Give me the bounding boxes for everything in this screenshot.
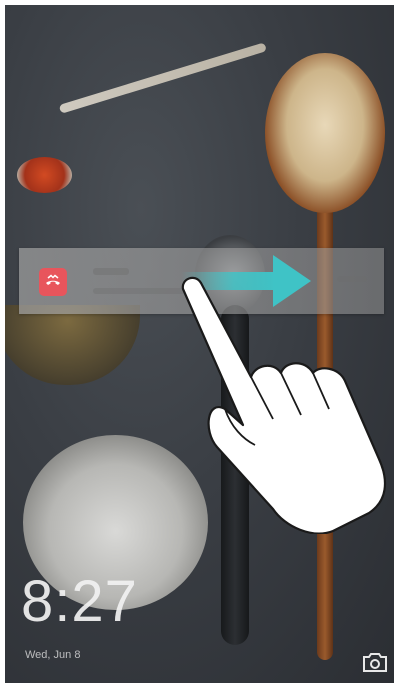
metal-spoon-handle [58, 42, 267, 114]
lock-screen: 8:27 Wed, Jun 8 [5, 5, 394, 683]
lock-date: Wed, Jun 8 [25, 649, 81, 661]
metal-spoon-bowl [17, 157, 72, 193]
wooden-spoon-bowl [265, 53, 385, 213]
camera-icon[interactable] [362, 651, 388, 673]
lock-clock: 8:27 [21, 569, 138, 634]
pointing-hand-icon [181, 276, 386, 534]
notification-title [93, 264, 173, 278]
missed-call-icon [39, 268, 67, 296]
spice-bowl [5, 305, 140, 385]
